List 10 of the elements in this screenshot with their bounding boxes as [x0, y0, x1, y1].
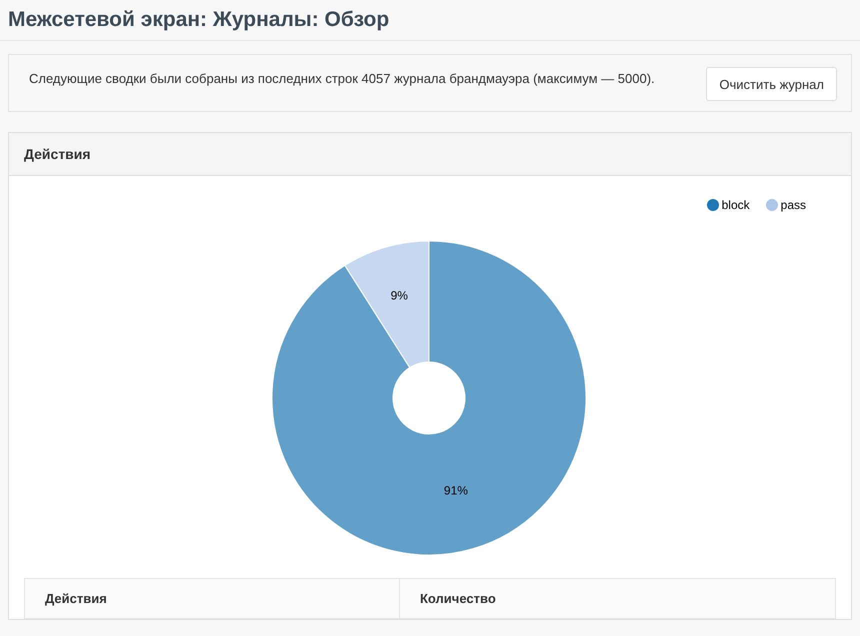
notice-text: Следующие сводки были собраны из последних строк 4057 журнала брандмауэра (максимум — 5000).	[29, 71, 655, 86]
column-header: Действия	[44, 590, 108, 608]
legend-label: block	[722, 198, 750, 212]
clear-log-button[interactable]: Очистить журнал	[706, 67, 837, 101]
panel-title: Действия	[24, 146, 91, 162]
legend-label: pass	[780, 198, 806, 212]
slice-label: 91%	[444, 484, 468, 498]
page-title: Межсетевой экран: Журналы: Обзор	[8, 8, 390, 32]
column-header: Количество	[399, 579, 835, 618]
slice-label: 9%	[390, 288, 408, 303]
